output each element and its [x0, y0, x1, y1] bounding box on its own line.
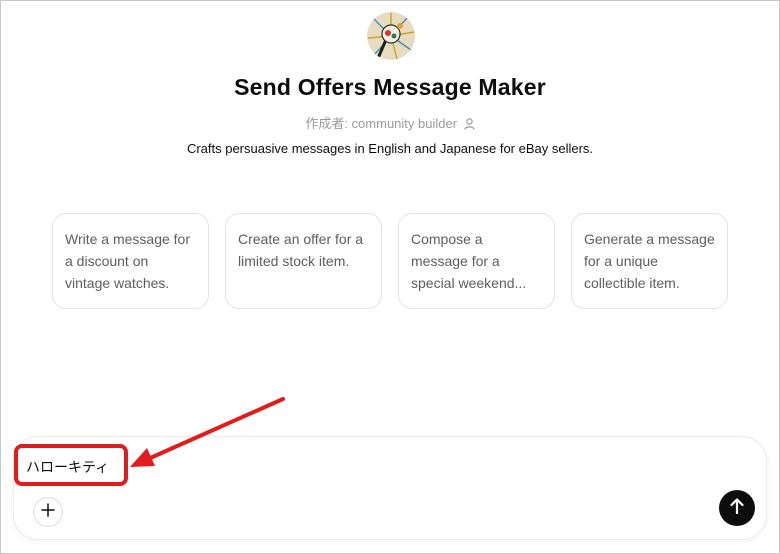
- annotation-arrow: [130, 397, 285, 467]
